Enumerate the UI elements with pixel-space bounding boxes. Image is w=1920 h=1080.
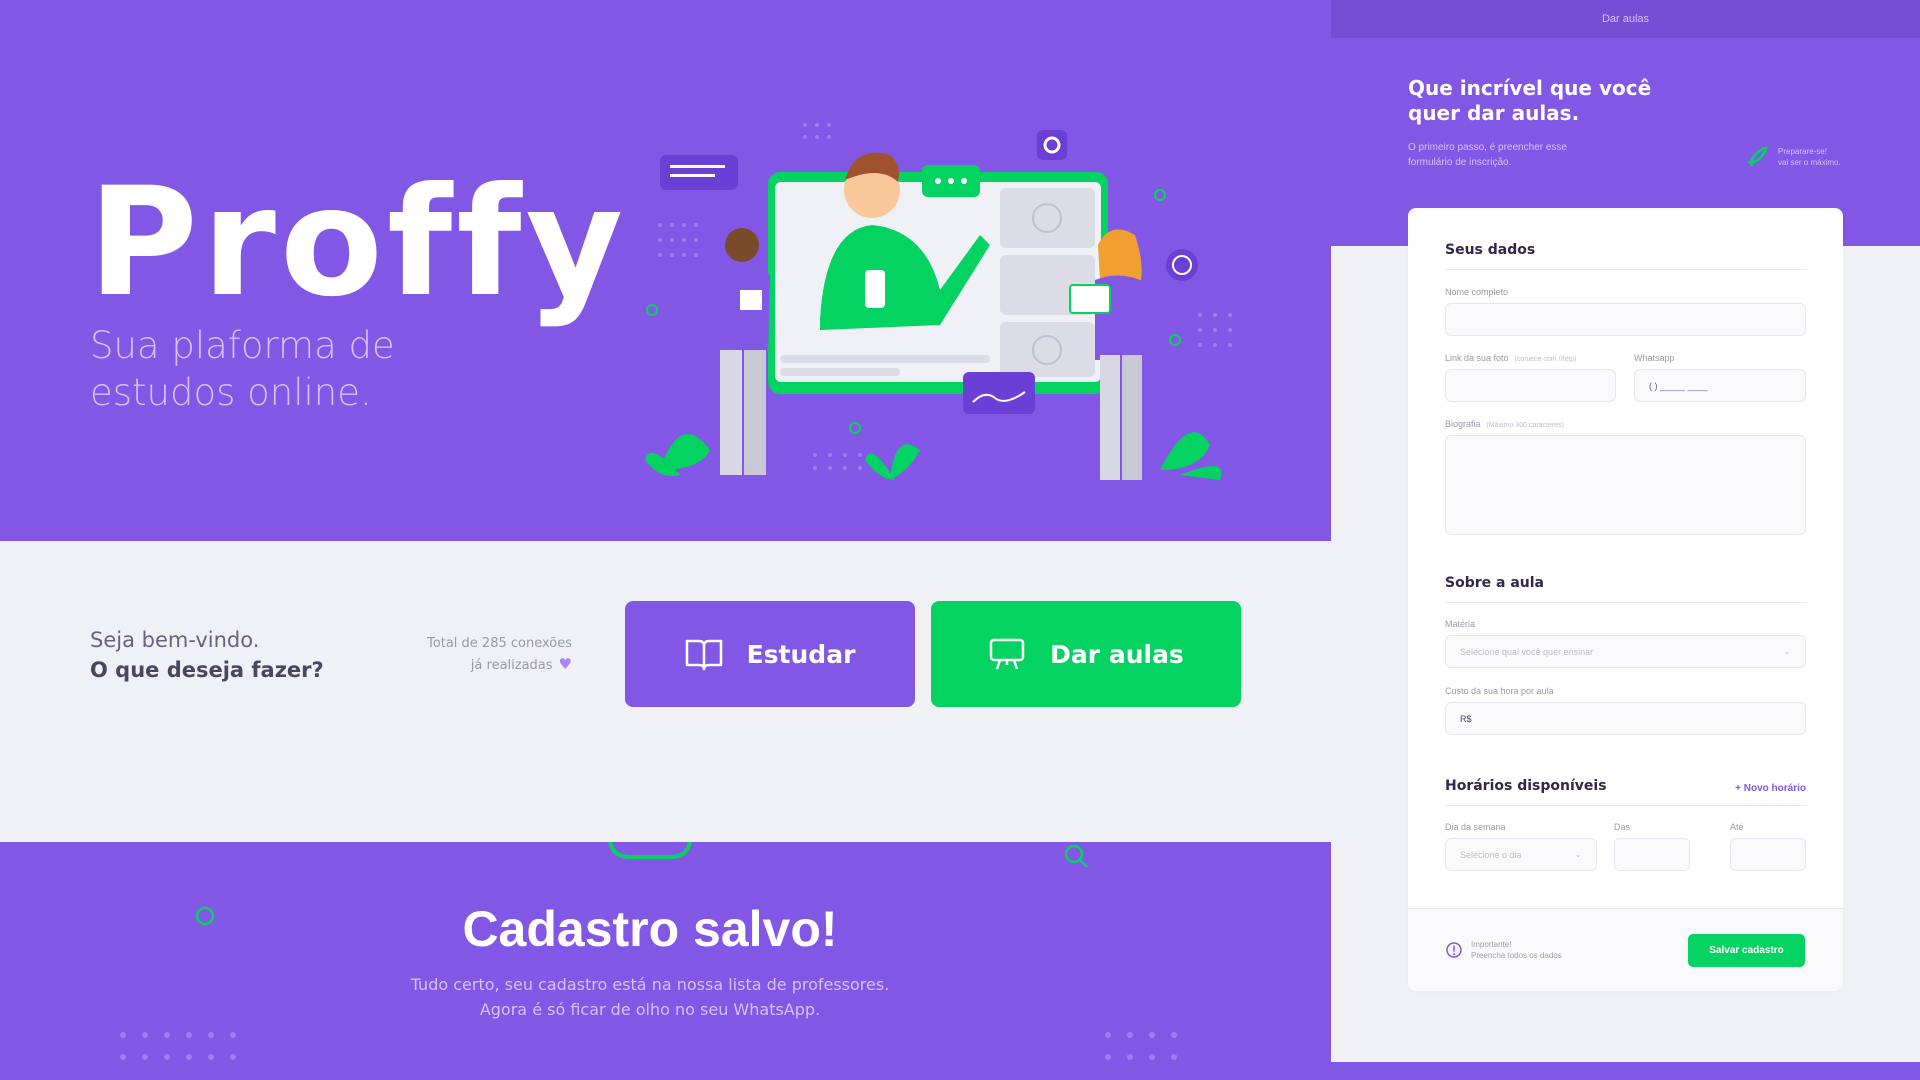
section-class-title: Sobre a aula [1445, 575, 1544, 591]
divider [1445, 269, 1806, 270]
tip-line1: Preparare-se! [1778, 147, 1827, 156]
section-schedule-title: Horários disponíveis [1445, 778, 1607, 794]
subject-label: Matéria [1445, 619, 1476, 629]
success-message: Tudo certo, seu cadastro está na nossa l… [0, 972, 1300, 1022]
to-time-input[interactable] [1730, 838, 1806, 871]
to-label: Até [1730, 822, 1744, 832]
welcome-line2: O que deseja fazer? [90, 658, 324, 682]
connections-line1: Total de 285 conexões [427, 636, 572, 651]
landing-hero: Proffy Sua plaforma de estudos online. [0, 0, 1331, 541]
weekday-placeholder: Selecione o dia [1460, 849, 1522, 860]
teacher-form-page: Dar aulas Que incrível que você quer dar… [1331, 0, 1920, 1062]
welcome-line1: Seja bem-vindo. [90, 628, 260, 652]
warning: Importante! Preencha todos os dados [1445, 939, 1562, 961]
chevron-down-icon: ⌄ [1574, 849, 1582, 859]
save-button[interactable]: Salvar cadastro [1688, 934, 1805, 967]
from-time-input[interactable] [1614, 838, 1690, 871]
whatsapp-placeholder: ( ) _____ ____ [1649, 380, 1708, 391]
study-label: Estudar [746, 639, 856, 669]
bottom-strip [1331, 1062, 1920, 1080]
topbar: Dar aulas [1331, 0, 1920, 38]
heart-icon: ♥ [558, 655, 572, 673]
whatsapp-label: Whatsapp [1634, 353, 1675, 363]
chevron-down-icon: ⌄ [1783, 646, 1791, 656]
tip: Preparare-se! vai ser o máximo. [1746, 146, 1841, 168]
success-banner: Cadastro salvo! Tudo certo, seu cadastro… [0, 842, 1331, 1080]
section-personal-title: Seus dados [1445, 242, 1536, 258]
form-card: Seus dados Nome completo Link da sua fot… [1408, 208, 1843, 991]
book-icon [685, 639, 722, 671]
photo-hint: (comece com //http) [1514, 356, 1577, 363]
welcome-text: Seja bem-vindo. O que deseja fazer? [90, 625, 324, 685]
form-footer: Importante! Preencha todos os dados Salva… [1408, 908, 1843, 991]
connections-line2: já realizadas [470, 658, 553, 673]
total-connections: Total de 285 conexões já realizadas ♥ [410, 633, 572, 676]
weekday-select[interactable]: Selecione o dia ⌄ [1445, 838, 1597, 871]
photo-label: Link da sua foto (comece com //http) [1445, 353, 1576, 363]
weekday-label: Dia da semana [1445, 822, 1506, 832]
name-input[interactable] [1445, 303, 1806, 336]
photo-url-input[interactable] [1445, 369, 1616, 402]
divider [1445, 602, 1806, 603]
dots-decor [1105, 1032, 1177, 1060]
from-label: Das [1614, 822, 1631, 832]
bio-label: Biografia (Máximo 300 caracteres) [1445, 419, 1564, 429]
teach-button[interactable]: Dar aulas [931, 601, 1241, 707]
warning-line2: Preencha todos os dados [1471, 951, 1562, 960]
success-line2: Agora é só ficar de olho no seu WhatsApp… [479, 1000, 821, 1019]
hero-illustration [645, 123, 1232, 480]
success-line1: Tudo certo, seu cadastro está na nossa l… [410, 975, 890, 994]
divider [1445, 805, 1806, 806]
bio-label-text: Biografia [1445, 419, 1481, 429]
success-title: Cadastro salvo! [462, 901, 838, 957]
teach-label: Dar aulas [1050, 639, 1184, 669]
bio-textarea[interactable] [1445, 435, 1806, 535]
page-title: Que incrível que você quer dar aulas. [1408, 76, 1652, 125]
tagline: Sua plaforma de estudos online. [90, 324, 395, 414]
presentation-icon [989, 638, 1025, 670]
whatsapp-input[interactable]: ( ) _____ ____ [1634, 369, 1806, 402]
warning-line1: Importante! [1471, 940, 1512, 949]
cost-input[interactable]: R$ [1445, 702, 1806, 735]
landing-actions: Seja bem-vindo. O que deseja fazer? Tota… [0, 541, 1331, 842]
decor-shape [608, 842, 692, 859]
page-description: O primeiro passo, é preencher esse formu… [1408, 142, 1567, 168]
search-icon [1064, 844, 1088, 868]
subject-select[interactable]: Selecione qual você quer ensinar ⌄ [1445, 635, 1806, 668]
tip-line2: vai ser o máximo. [1778, 158, 1841, 167]
photo-label-text: Link da sua foto [1445, 353, 1509, 363]
bio-hint: (Máximo 300 caracteres) [1486, 422, 1564, 429]
subject-placeholder: Selecione qual você quer ensinar [1460, 646, 1594, 657]
logo: Proffy [88, 156, 628, 330]
warning-icon [1446, 942, 1462, 958]
topbar-title: Dar aulas [1601, 13, 1650, 25]
cost-label: Custo da sua hora por aula [1445, 686, 1554, 696]
add-schedule-link[interactable]: + Novo horário [1735, 783, 1806, 794]
rocket-icon [1747, 146, 1768, 167]
name-label: Nome completo [1445, 287, 1509, 297]
dots-decor [120, 1032, 236, 1060]
currency-prefix: R$ [1460, 713, 1472, 724]
study-button[interactable]: Estudar [625, 601, 915, 707]
